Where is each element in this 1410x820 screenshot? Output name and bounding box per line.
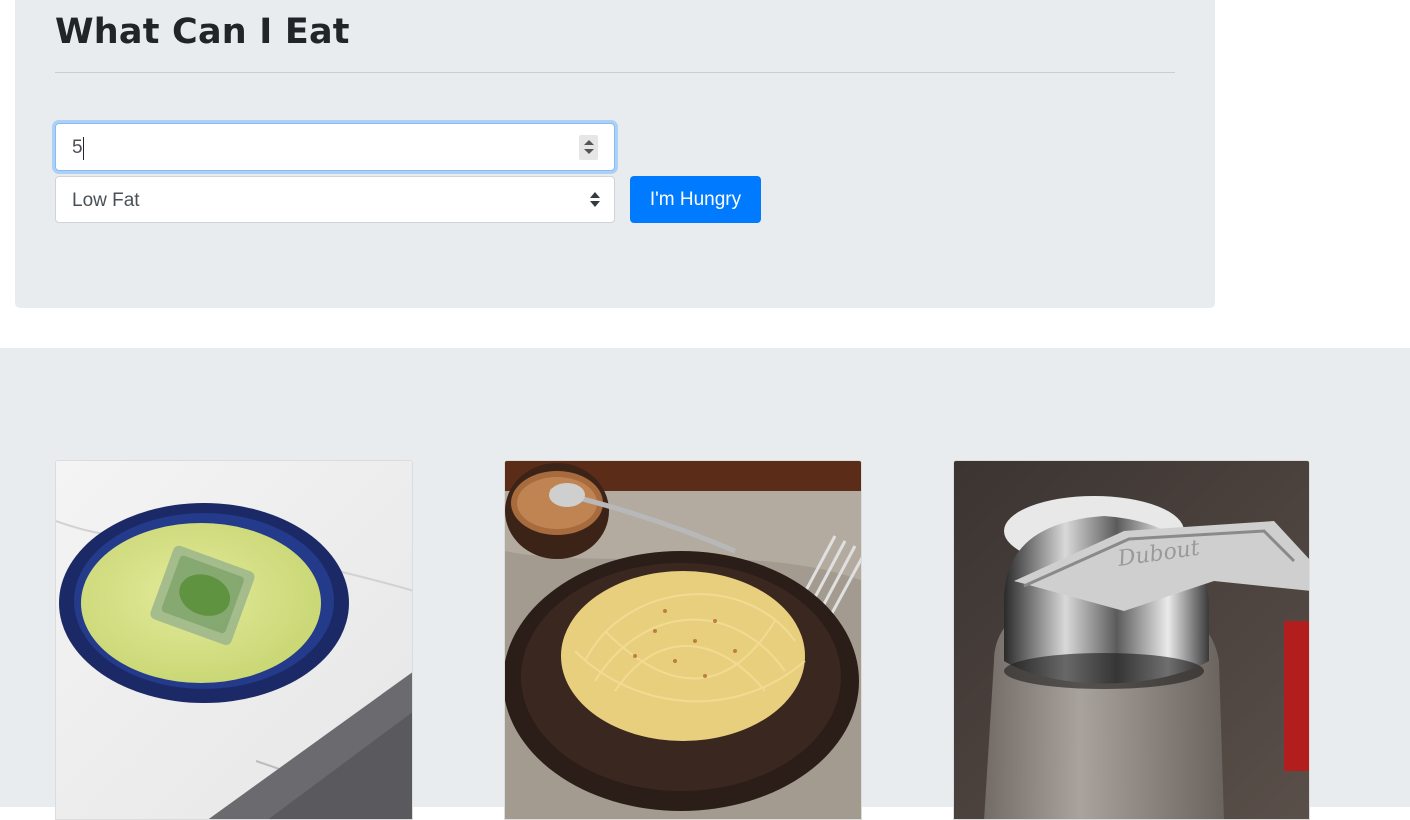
text-caret	[83, 137, 84, 160]
search-panel: What Can I Eat 5 Low Fat I'm Hungry	[15, 0, 1215, 308]
diet-select[interactable]: Low Fat	[55, 176, 615, 223]
page-title: What Can I Eat	[55, 12, 350, 52]
recipe-card-image[interactable]	[55, 460, 413, 820]
number-spinner[interactable]	[579, 135, 598, 160]
glass-jar-image: Dubout	[954, 461, 1309, 819]
spaghetti-image	[505, 461, 861, 819]
count-number-input[interactable]: 5	[55, 123, 615, 171]
spinner-up-icon[interactable]	[584, 140, 594, 145]
spinner-down-icon[interactable]	[584, 149, 594, 154]
im-hungry-button[interactable]: I'm Hungry	[630, 176, 761, 223]
title-divider	[55, 72, 1175, 73]
count-input-value: 5	[72, 137, 83, 158]
recipe-card-image[interactable]	[504, 460, 862, 820]
diet-select-value: Low Fat	[72, 190, 140, 211]
select-arrows-icon	[590, 192, 600, 208]
results-section: Dubout	[0, 348, 1410, 820]
green-soup-image	[56, 461, 412, 819]
recipe-card-image[interactable]: Dubout	[953, 460, 1310, 820]
